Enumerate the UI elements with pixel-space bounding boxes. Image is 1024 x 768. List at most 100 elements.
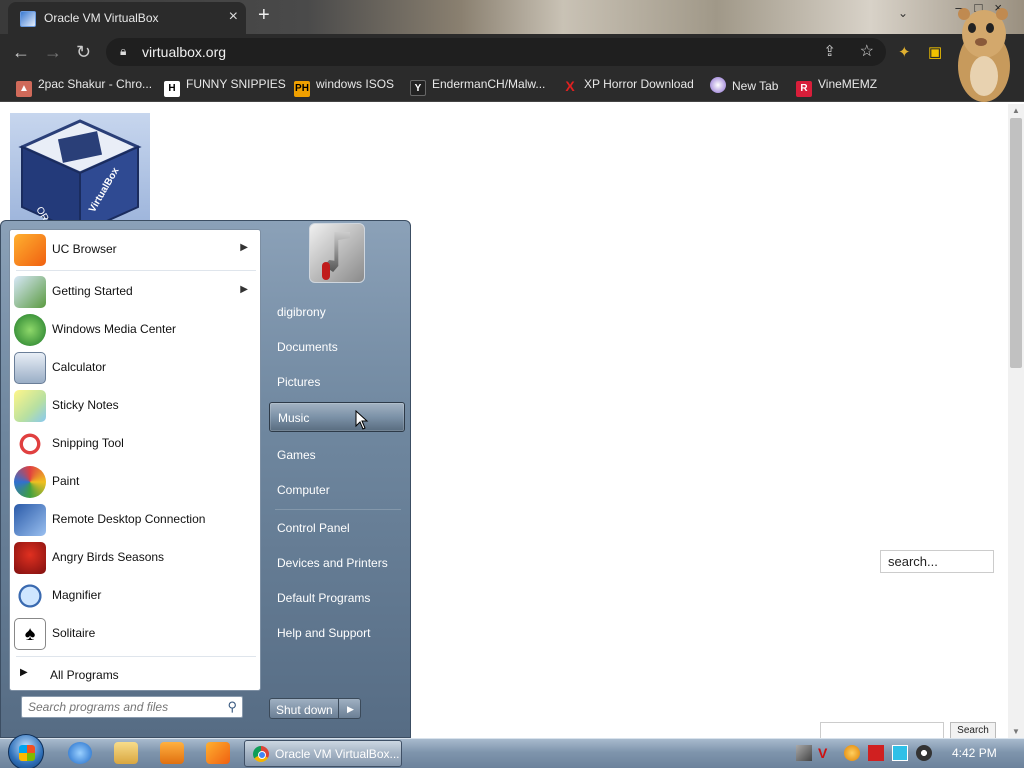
bookmark-item[interactable]: ▲ 2pac Shakur - Chro...: [16, 77, 152, 97]
side-panel-icon[interactable]: ▣: [928, 43, 942, 61]
media-center-icon: [14, 314, 46, 346]
bookmark-item[interactable]: New Tab: [710, 77, 778, 93]
media-player-icon[interactable]: [160, 742, 184, 764]
paint-icon: [14, 466, 46, 498]
shut-down-options-button[interactable]: ▶: [339, 698, 361, 719]
divider: [16, 270, 256, 271]
bookmark-item[interactable]: X XP Horror Download: [562, 77, 694, 94]
bookmark-item[interactable]: H FUNNY SNIPPIES: [164, 77, 286, 97]
browser-toolbar: ← → ↻ 🔒︎ virtualbox.org ⇪ ☆ ✦ ▣: [0, 34, 1024, 70]
program-magnifier[interactable]: Magnifier: [12, 578, 258, 614]
tray-volume-icon[interactable]: [916, 745, 932, 761]
tray-v-icon[interactable]: V: [818, 745, 834, 761]
start-button[interactable]: [8, 734, 44, 768]
bookmark-item[interactable]: R VineMEMZ: [796, 77, 877, 97]
extension-puzzle-icon[interactable]: ✦: [898, 43, 911, 61]
remote-desktop-icon: [14, 504, 46, 536]
start-menu: UC Browser ▶ Getting Started ▶ Windows M…: [0, 220, 411, 738]
cake-icon: ▲: [16, 81, 32, 97]
ph-icon: PH: [294, 81, 310, 97]
forward-arrow-icon[interactable]: →: [44, 42, 62, 63]
calculator-icon: [14, 352, 46, 384]
back-arrow-icon[interactable]: ←: [12, 42, 30, 63]
program-snipping-tool[interactable]: Snipping Tool: [12, 426, 258, 462]
snipping-tool-icon: [14, 428, 46, 460]
uc-browser-taskbar-icon[interactable]: [206, 742, 230, 764]
start-link-control-panel[interactable]: Control Panel: [269, 513, 405, 543]
share-icon[interactable]: ⇪: [823, 42, 836, 60]
footer-search-button[interactable]: Search: [950, 722, 996, 738]
program-windows-media-center[interactable]: Windows Media Center: [12, 312, 258, 348]
search-icon[interactable]: ⚲: [227, 699, 237, 715]
tab-strip: Oracle VM VirtualBox × + ⌄ –□×: [0, 0, 1024, 34]
bookmark-item[interactable]: PH windows ISOS: [294, 77, 394, 97]
address-bar[interactable]: 🔒︎ virtualbox.org ⇪ ☆: [106, 38, 886, 66]
scroll-down-icon[interactable]: ▼: [1012, 727, 1020, 736]
program-paint[interactable]: Paint: [12, 464, 258, 500]
program-calculator[interactable]: Calculator: [12, 350, 258, 386]
taskbar-clock[interactable]: 4:42 PM: [952, 746, 997, 760]
footer-search-input[interactable]: [820, 722, 944, 738]
virtualbox-favicon-icon: [20, 11, 36, 27]
angry-birds-icon: [14, 542, 46, 574]
lock-icon[interactable]: 🔒︎: [120, 44, 126, 59]
hamster-overlay-image: [958, 8, 1010, 102]
submenu-arrow-icon: ▶: [240, 242, 248, 253]
browser-tab[interactable]: Oracle VM VirtualBox ×: [8, 2, 246, 34]
all-programs-button[interactable]: ▶ All Programs: [14, 662, 254, 686]
tray-search-icon[interactable]: [844, 745, 860, 761]
program-solitaire[interactable]: ♠ Solitaire: [12, 616, 258, 652]
page-scrollbar[interactable]: ▲ ▼: [1008, 104, 1024, 738]
chrome-icon: [253, 746, 269, 762]
start-link-pictures[interactable]: Pictures: [269, 367, 405, 397]
page-search-input[interactable]: search...: [880, 550, 994, 573]
windows-logo-icon: [19, 745, 35, 761]
uc-browser-icon: [14, 234, 46, 266]
start-link-games[interactable]: Games: [269, 440, 405, 470]
program-remote-desktop[interactable]: Remote Desktop Connection: [12, 502, 258, 538]
bookmark-star-icon[interactable]: ☆: [860, 41, 874, 61]
scroll-up-icon[interactable]: ▲: [1012, 106, 1020, 115]
new-tab-icon[interactable]: +: [258, 4, 270, 27]
program-sticky-notes[interactable]: Sticky Notes: [12, 388, 258, 424]
program-angry-birds-seasons[interactable]: Angry Birds Seasons: [12, 540, 258, 576]
submenu-arrow-icon: ▶: [240, 284, 248, 295]
tray-display-icon[interactable]: [892, 745, 908, 761]
start-link-documents[interactable]: Documents: [269, 332, 405, 362]
scrollbar-thumb[interactable]: [1010, 118, 1022, 368]
start-link-devices-printers[interactable]: Devices and Printers: [269, 548, 405, 578]
program-uc-browser[interactable]: UC Browser ▶: [12, 232, 258, 268]
close-tab-icon[interactable]: ×: [229, 8, 238, 26]
start-menu-programs-pane: UC Browser ▶ Getting Started ▶ Windows M…: [9, 229, 261, 691]
r-icon: R: [796, 81, 812, 97]
user-picture[interactable]: [309, 223, 365, 283]
x-icon: X: [565, 78, 575, 94]
start-link-help-support[interactable]: Help and Support: [269, 618, 405, 648]
reload-icon[interactable]: ↻: [76, 42, 91, 63]
start-link-user[interactable]: digibrony: [269, 297, 405, 327]
user-picture-accent: [322, 262, 330, 280]
url-text[interactable]: virtualbox.org: [142, 44, 226, 60]
yp-icon: Y: [410, 80, 426, 96]
tray-flag-icon[interactable]: [868, 745, 884, 761]
triangle-right-icon: ▶: [20, 667, 28, 678]
triangle-right-icon: ▶: [347, 704, 354, 714]
divider: [275, 509, 401, 510]
tray-network-icon[interactable]: [796, 745, 812, 761]
start-link-computer[interactable]: Computer: [269, 475, 405, 505]
chevron-down-icon[interactable]: ⌄: [898, 6, 908, 20]
taskbar-chrome-window[interactable]: Oracle VM VirtualBox...: [244, 740, 402, 767]
start-link-music[interactable]: Music: [269, 402, 405, 432]
magnifier-icon: [14, 580, 46, 612]
bookmark-item[interactable]: Y EndermanCH/Malw...: [410, 77, 545, 96]
divider: [16, 656, 256, 657]
folder-icon[interactable]: [114, 742, 138, 764]
internet-explorer-icon[interactable]: [68, 742, 92, 764]
program-getting-started[interactable]: Getting Started ▶: [12, 274, 258, 310]
virtualbox-logo: ORACLE VirtualBox: [10, 113, 150, 221]
getting-started-icon: [14, 276, 46, 308]
shut-down-button[interactable]: Shut down: [269, 698, 339, 719]
start-search-input[interactable]: [28, 699, 218, 715]
start-link-default-programs[interactable]: Default Programs: [269, 583, 405, 613]
start-search-box[interactable]: ⚲: [21, 696, 243, 718]
